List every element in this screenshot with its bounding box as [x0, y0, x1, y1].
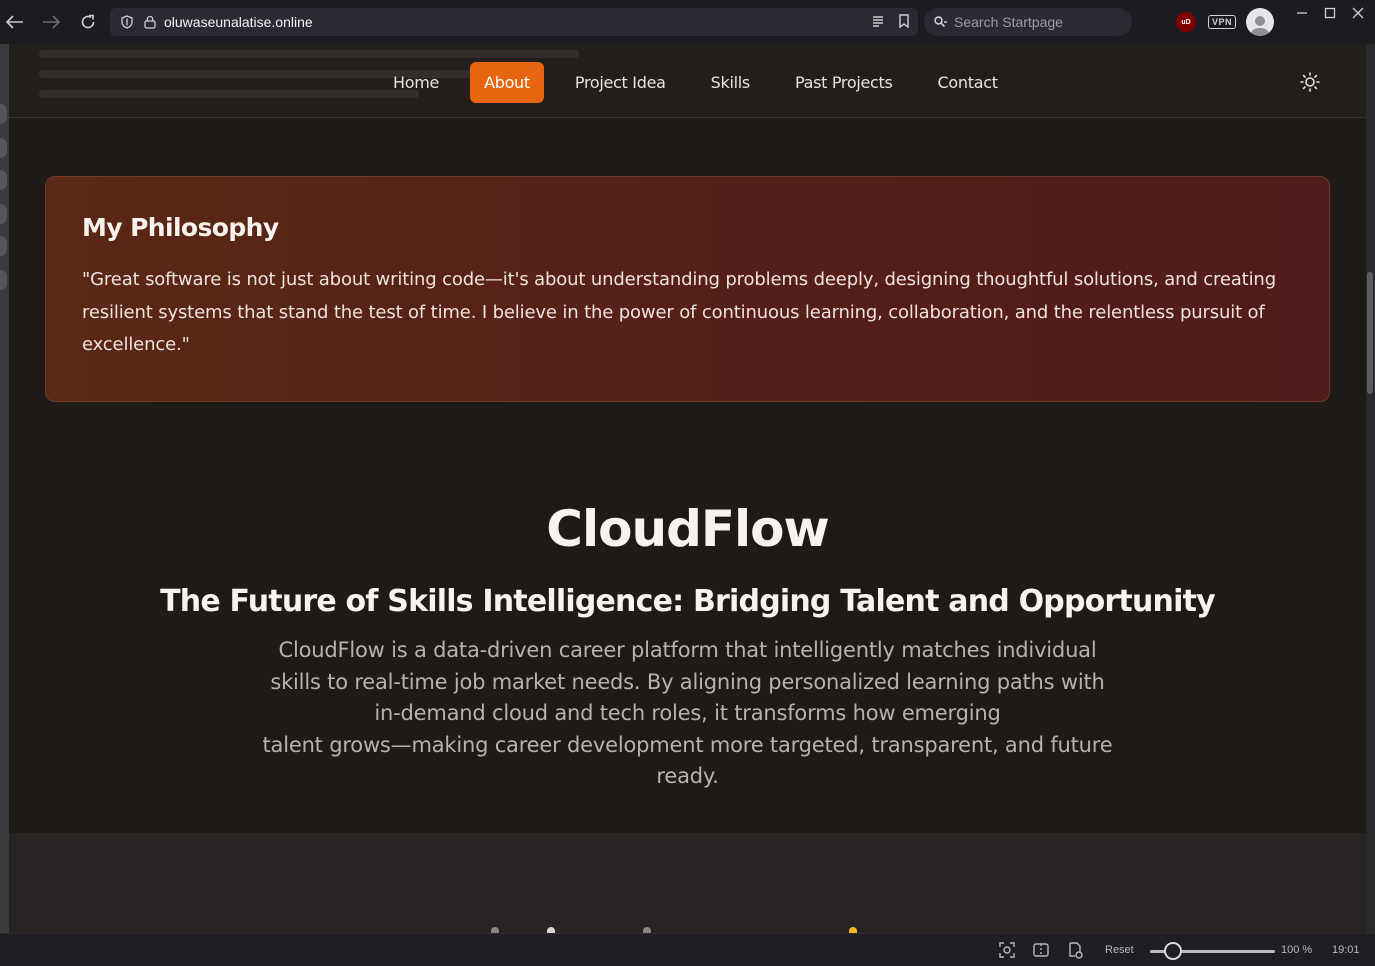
profile-avatar[interactable]	[1246, 8, 1275, 36]
split-view-icon[interactable]	[1032, 941, 1050, 959]
sidebar-tab[interactable]	[0, 204, 7, 224]
minimize-icon	[1297, 12, 1307, 14]
minimize-button[interactable]	[1295, 6, 1309, 22]
sidebar-tab[interactable]	[0, 270, 7, 290]
zoom-reset-button[interactable]: Reset	[1105, 944, 1134, 956]
back-arrow-icon	[6, 15, 23, 29]
main-nav: Home About Project Idea Skills Past Proj…	[379, 62, 1029, 103]
nav-skills[interactable]: Skills	[697, 62, 764, 103]
sidebar-tab[interactable]	[0, 170, 7, 190]
search-icon	[934, 16, 947, 28]
address-bar[interactable]: oluwaseunalatise.online	[110, 8, 918, 36]
next-section	[9, 833, 1366, 933]
ublock-extension-icon[interactable]: uD	[1176, 12, 1196, 32]
browser-status-bar: Reset 100 % 19:01	[0, 933, 1375, 966]
sidebar-tab[interactable]	[0, 236, 7, 256]
close-window-button[interactable]	[1351, 6, 1365, 22]
hero-description-line: in-demand cloud and tech roles, it trans…	[374, 701, 1001, 725]
maximize-icon	[1324, 7, 1336, 19]
philosophy-card: My Philosophy "Great software is not jus…	[45, 176, 1330, 402]
close-icon	[1352, 7, 1364, 19]
browser-toolbar: oluwaseunalatise.online Search Startpage…	[0, 0, 1375, 44]
hero-subtitle: The Future of Skills Intelligence: Bridg…	[160, 584, 1216, 619]
sidebar-tab[interactable]	[0, 138, 7, 158]
sidebar-strip	[0, 44, 9, 933]
clock: 19:01	[1332, 944, 1360, 956]
page-viewport: Home About Project Idea Skills Past Proj…	[9, 44, 1366, 933]
maximize-button[interactable]	[1323, 6, 1337, 22]
nav-contact[interactable]: Contact	[924, 62, 1012, 103]
zoom-slider-thumb[interactable]	[1164, 942, 1182, 960]
scrollbar-thumb[interactable]	[1367, 272, 1373, 394]
sidebar-tab[interactable]	[0, 104, 7, 124]
page-actions-icon[interactable]	[1066, 941, 1084, 959]
search-placeholder: Search Startpage	[954, 14, 1063, 30]
cloudflow-hero: CloudFlow The Future of Skills Intellige…	[9, 504, 1366, 793]
nav-project-idea[interactable]: Project Idea	[561, 62, 680, 103]
sun-icon[interactable]	[1300, 72, 1320, 92]
reload-button[interactable]	[73, 7, 103, 37]
nav-past-projects[interactable]: Past Projects	[781, 62, 907, 103]
reader-view-icon[interactable]	[872, 14, 884, 28]
site-header: Home About Project Idea Skills Past Proj…	[9, 44, 1366, 118]
bookmark-icon[interactable]	[898, 14, 910, 28]
philosophy-title: My Philosophy	[82, 213, 279, 242]
back-button[interactable]	[0, 7, 30, 37]
hero-description: CloudFlow is a data-driven career platfo…	[248, 635, 1128, 793]
search-input[interactable]: Search Startpage	[924, 8, 1132, 36]
hero-description-line: skills to real-time job market needs. By…	[270, 669, 1105, 694]
zoom-level: 100 %	[1281, 944, 1313, 956]
philosophy-quote: "Great software is not just about writin…	[82, 269, 1276, 355]
url-text[interactable]: oluwaseunalatise.online	[164, 14, 313, 30]
hero-description-line: talent grows—making career development m…	[262, 732, 1113, 757]
hero-description-line: CloudFlow is a data-driven career platfo…	[278, 638, 1097, 662]
shield-icon[interactable]	[120, 15, 134, 29]
forward-arrow-icon	[43, 15, 60, 29]
lock-icon[interactable]	[144, 15, 156, 29]
forward-button[interactable]	[36, 7, 66, 37]
vpn-extension-icon[interactable]: VPN	[1208, 15, 1237, 29]
hero-description-line: ready.	[656, 764, 719, 788]
scrollbar[interactable]	[1366, 44, 1375, 933]
reload-icon	[81, 14, 95, 29]
person-icon	[1250, 16, 1271, 36]
hero-title: CloudFlow	[546, 500, 829, 558]
nav-home[interactable]: Home	[379, 62, 453, 103]
screenshot-icon[interactable]	[998, 941, 1016, 959]
nav-about[interactable]: About	[470, 62, 544, 103]
